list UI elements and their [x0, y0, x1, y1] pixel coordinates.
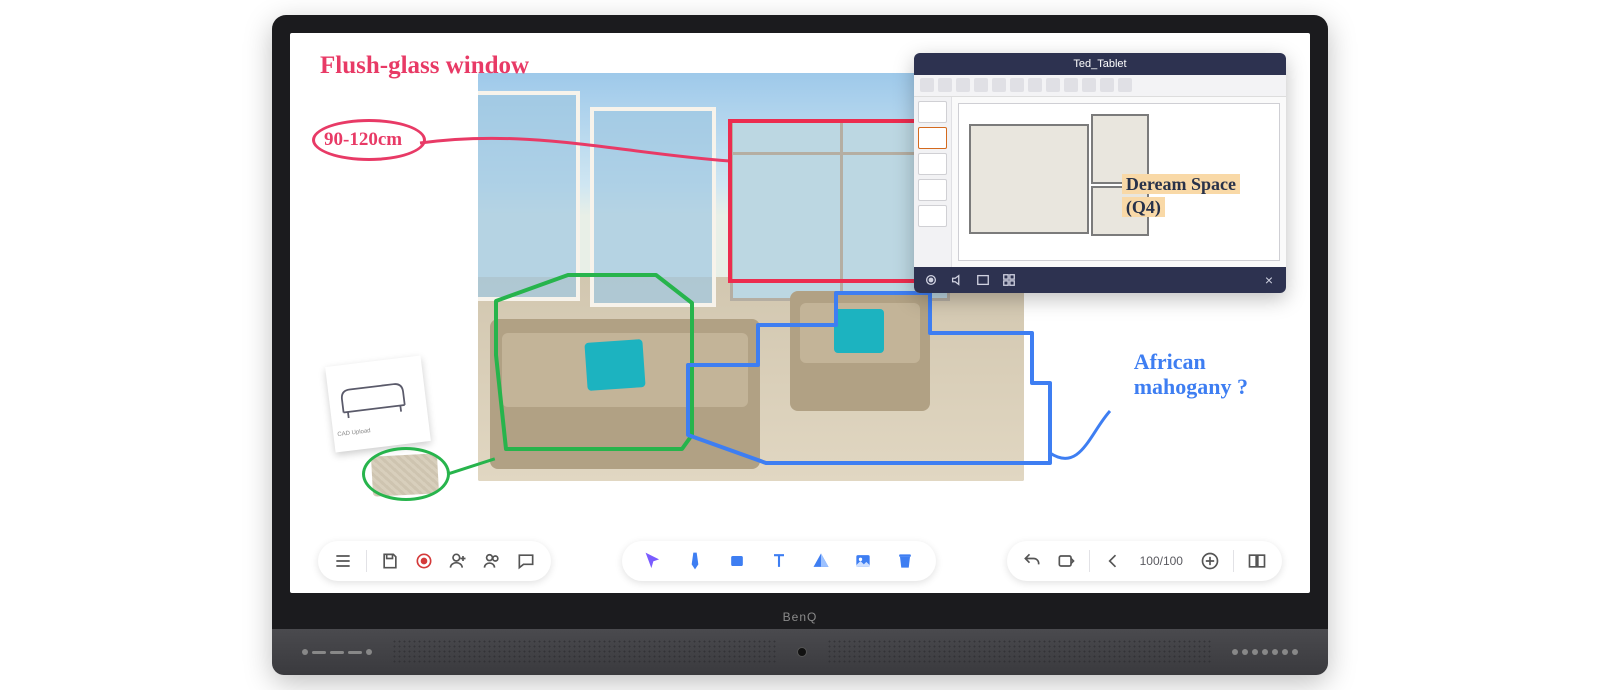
prev-page-icon[interactable]: [1102, 550, 1124, 572]
annotation-dimension: 90-120cm: [324, 129, 402, 151]
group-icon[interactable]: [481, 550, 503, 572]
slide-thumbnails[interactable]: [914, 97, 952, 267]
right-controls: [1232, 649, 1298, 655]
swatch-circle: [362, 447, 450, 501]
screencast-footer: ×: [914, 267, 1286, 293]
camera-icon: [797, 647, 807, 657]
overview-icon[interactable]: [1246, 550, 1268, 572]
comment-icon[interactable]: [515, 550, 537, 572]
screencast-app-ribbon: [914, 75, 1286, 97]
add-user-icon[interactable]: [447, 550, 469, 572]
close-icon[interactable]: ×: [1262, 273, 1276, 287]
screencast-title: Ted_Tablet: [914, 53, 1286, 75]
toolbar-left: [318, 541, 551, 581]
expand-icon[interactable]: [976, 273, 990, 287]
save-icon[interactable]: [379, 550, 401, 572]
volume-icon[interactable]: [950, 273, 964, 287]
annotation-window-title: Flush-glass window: [320, 51, 529, 81]
cast-icon[interactable]: [924, 273, 938, 287]
add-page-icon[interactable]: [1199, 550, 1221, 572]
annotation-dream-space: Deream Space (Q4): [1122, 173, 1240, 218]
whiteboard-canvas[interactable]: Flush-glass window 90-120cm African maho…: [290, 33, 1310, 593]
image-tool-icon[interactable]: [850, 548, 876, 574]
select-tool-icon[interactable]: [640, 548, 666, 574]
toolbar-area: 100/100: [290, 541, 1310, 581]
sticky-caption: CAD Upload: [337, 428, 371, 438]
speaker-bar: [272, 629, 1328, 675]
grid-icon[interactable]: [1002, 273, 1016, 287]
brand-logo: BenQ: [272, 605, 1328, 629]
redo-icon[interactable]: [1055, 550, 1077, 572]
undo-icon[interactable]: [1021, 550, 1043, 572]
toolbar-center: [622, 541, 936, 581]
pen-tool-icon[interactable]: [682, 548, 708, 574]
record-icon[interactable]: [413, 550, 435, 572]
toolbar-right: 100/100: [1007, 541, 1282, 581]
bezel: Flush-glass window 90-120cm African maho…: [272, 15, 1328, 605]
page-indicator: 100/100: [1136, 554, 1187, 568]
benq-panel: Flush-glass window 90-120cm African maho…: [272, 15, 1328, 675]
menu-icon[interactable]: [332, 550, 354, 572]
left-ports: [302, 649, 372, 655]
text-tool-icon[interactable]: [766, 548, 792, 574]
shape-tool-icon[interactable]: [808, 548, 834, 574]
annotation-mahogany: African mahogany ?: [1134, 349, 1248, 400]
eraser-tool-icon[interactable]: [724, 548, 750, 574]
delete-tool-icon[interactable]: [892, 548, 918, 574]
sticky-note-sofa-sketch[interactable]: CAD Upload: [325, 355, 431, 452]
